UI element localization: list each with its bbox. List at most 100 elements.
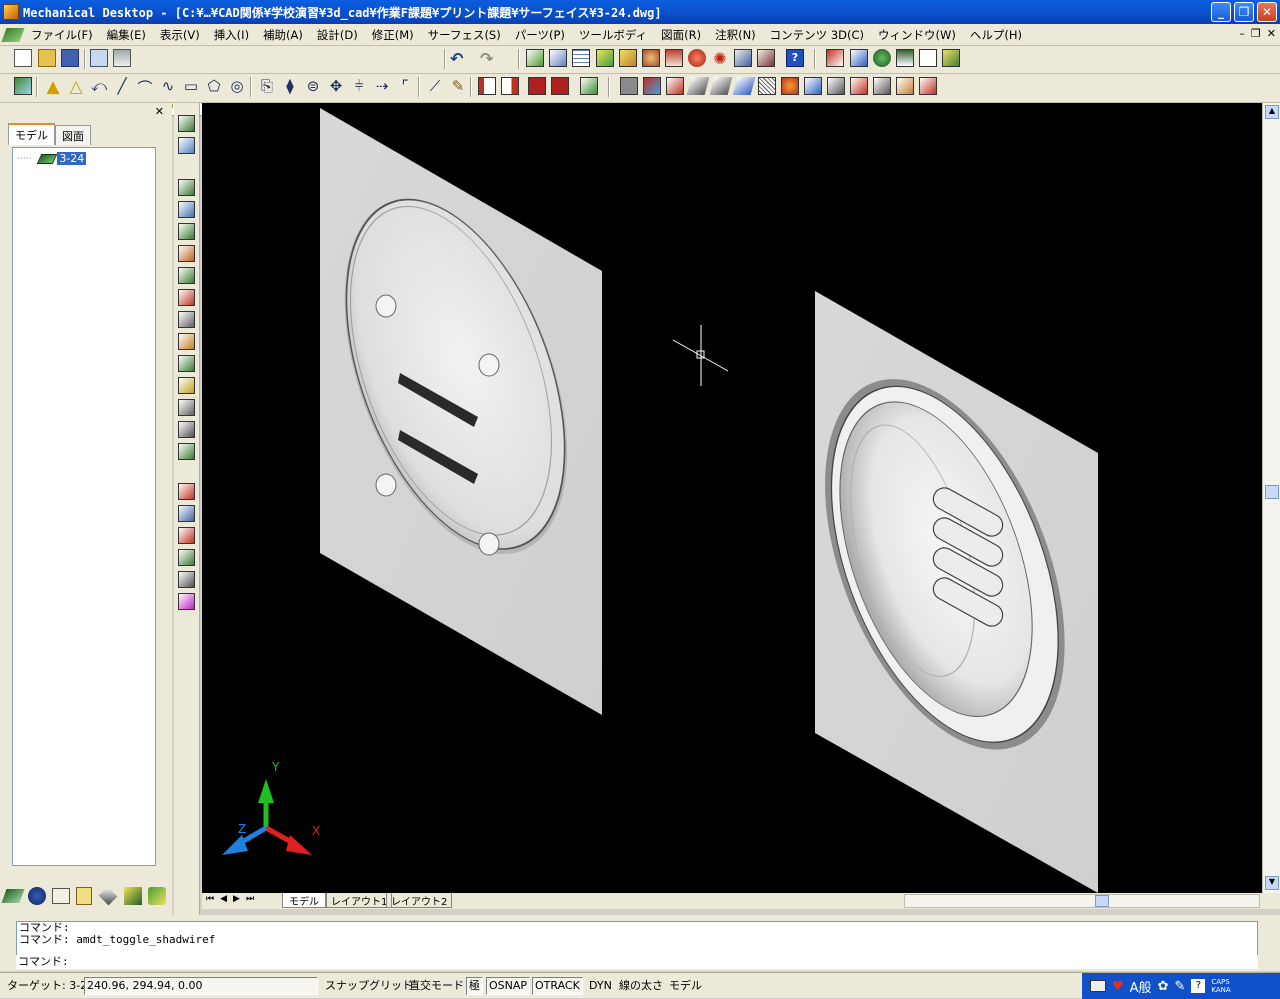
tab-drawing[interactable]: 図面 <box>55 125 91 145</box>
burst-icon[interactable]: ✺ <box>711 49 729 68</box>
open-icon[interactable] <box>38 49 56 67</box>
menu-insert[interactable]: 挿入(I) <box>207 27 256 43</box>
save-icon[interactable] <box>61 49 79 67</box>
assembly-icon-4[interactable] <box>551 77 569 95</box>
part-tool-icon-3[interactable] <box>178 179 195 196</box>
tree-item[interactable]: ····· 3-24 <box>17 152 87 165</box>
mdi-restore-button[interactable]: ❐ <box>1251 27 1261 40</box>
part-tool-icon-1[interactable] <box>178 115 195 132</box>
horizontal-scrollbar[interactable] <box>904 894 1260 908</box>
surface-tool-11[interactable] <box>873 77 891 95</box>
new-icon[interactable] <box>14 49 32 67</box>
undo-icon[interactable]: ↶ <box>450 49 468 68</box>
menu-drawing[interactable]: 図面(R) <box>654 27 708 43</box>
redo-icon[interactable]: ↷ <box>480 49 498 68</box>
part-tool-icon-8[interactable] <box>178 289 195 306</box>
part-tool-icon-16[interactable] <box>178 483 195 500</box>
pencil-icon[interactable] <box>596 49 614 67</box>
ime-logo-icon[interactable]: ♥ <box>1112 979 1124 994</box>
part-mode-icon[interactable] <box>1 889 25 903</box>
osnap-toggle[interactable]: OSNAP <box>486 977 531 995</box>
menu-file[interactable]: ファイル(F) <box>24 27 100 43</box>
part-tool-icon-6[interactable] <box>178 245 195 262</box>
part-tool-icon-4[interactable] <box>178 201 195 218</box>
dyn-toggle[interactable]: DYN <box>586 977 615 995</box>
menu-design[interactable]: 設計(D) <box>310 27 365 43</box>
part-tool-icon-15[interactable] <box>178 443 195 460</box>
part-tool-icon-21[interactable] <box>178 593 195 610</box>
warning-icon[interactable]: △ <box>67 77 85 97</box>
menu-content3d[interactable]: コンテンツ 3D(C) <box>763 27 871 43</box>
parts-icon[interactable] <box>642 49 660 67</box>
rectangle-icon[interactable]: ▭ <box>182 77 200 95</box>
eraser-icon[interactable]: ✎ <box>449 77 467 95</box>
vertical-scrollbar[interactable]: ▲ ▼ <box>1262 103 1280 893</box>
display-icon[interactable] <box>90 49 108 67</box>
ime-mode[interactable]: A般 <box>1130 977 1152 996</box>
part-tool-icon-7[interactable] <box>178 267 195 284</box>
surface-tool-12[interactable] <box>896 77 914 95</box>
design-icon-1[interactable] <box>526 49 544 67</box>
layout-tab-model[interactable]: モデル <box>282 893 326 908</box>
line-icon[interactable]: ╱ <box>113 77 131 95</box>
scroll-up-icon[interactable]: ▲ <box>1265 105 1279 119</box>
spline-icon[interactable]: ∿ <box>159 77 177 95</box>
triangle-icon[interactable]: ▲ <box>44 77 62 97</box>
cube-icon[interactable] <box>942 49 960 67</box>
surface-tool-8[interactable] <box>804 77 822 95</box>
tool-icon-2[interactable] <box>896 49 914 67</box>
menu-parts[interactable]: パーツ(P) <box>508 27 572 43</box>
menu-modify[interactable]: 修正(M) <box>365 27 421 43</box>
minimize-button[interactable]: _ <box>1211 2 1231 22</box>
tool-icon-1[interactable] <box>826 49 844 67</box>
part-tool-icon-2[interactable] <box>178 137 195 154</box>
copy-icon[interactable]: ⎘ <box>258 77 276 95</box>
surface-tool-10[interactable] <box>850 77 868 95</box>
hscroll-thumb[interactable] <box>1095 895 1109 907</box>
surface-tool-9[interactable] <box>827 77 845 95</box>
fillet-icon[interactable]: ⌜ <box>396 77 414 95</box>
surface-tool-13[interactable] <box>919 77 937 95</box>
part-tool-icon-19[interactable] <box>178 549 195 566</box>
assembly-icon-1[interactable] <box>478 77 496 95</box>
surface-tool-1[interactable] <box>643 77 661 95</box>
surface-tool-5[interactable] <box>732 77 756 95</box>
surface-icon[interactable] <box>734 49 752 67</box>
polar-toggle[interactable]: 極 <box>466 977 483 995</box>
notes-icon[interactable] <box>76 887 92 905</box>
layers-icon[interactable] <box>113 49 131 67</box>
keyboard-icon[interactable] <box>1090 980 1106 992</box>
menu-toolbody[interactable]: ツールボディ <box>572 27 654 43</box>
scroll-down-icon[interactable]: ▼ <box>1265 876 1279 890</box>
drawing-icon[interactable] <box>757 49 775 67</box>
model-toggle[interactable]: モデル <box>666 977 705 995</box>
part-tool-icon-17[interactable] <box>178 505 195 522</box>
part-tool-icon-11[interactable] <box>178 355 195 372</box>
tab-model[interactable]: モデル <box>8 123 55 145</box>
zoom-icon[interactable] <box>850 49 868 67</box>
move-icon[interactable]: ✥ <box>327 77 345 95</box>
sketch-icon[interactable] <box>14 77 32 95</box>
box-icon[interactable] <box>620 77 638 95</box>
arc-icon[interactable]: ⌒ <box>136 77 154 97</box>
ortho-toggle[interactable]: 直交モード <box>406 977 467 995</box>
scroll-thumb[interactable] <box>1265 485 1279 499</box>
menu-edit[interactable]: 編集(E) <box>100 27 153 43</box>
polygon-icon[interactable]: ⬠ <box>205 77 223 95</box>
part-tool-icon-18[interactable] <box>178 527 195 544</box>
menu-window[interactable]: ウィンドウ(W) <box>871 27 963 43</box>
part-tool-icon-12[interactable] <box>178 377 195 394</box>
assembly-icon-5[interactable] <box>580 77 598 95</box>
surface-tool-2[interactable] <box>666 77 684 95</box>
book-icon[interactable] <box>919 49 937 67</box>
tab-nav-arrows[interactable]: ⏮◀▶⏭ <box>206 894 260 904</box>
globe-icon[interactable] <box>873 49 891 67</box>
menu-view[interactable]: 表示(V) <box>153 27 207 43</box>
part-tool-icon-13[interactable] <box>178 399 195 416</box>
browser-close-icon[interactable]: ✕ <box>155 105 164 118</box>
menu-assist[interactable]: 補助(A) <box>256 27 310 43</box>
edit-icon[interactable] <box>619 49 637 67</box>
mdi-close-button[interactable]: ✕ <box>1267 27 1276 40</box>
part-tool-icon-9[interactable] <box>178 311 195 328</box>
mdi-minimize-button[interactable]: – <box>1239 27 1245 40</box>
